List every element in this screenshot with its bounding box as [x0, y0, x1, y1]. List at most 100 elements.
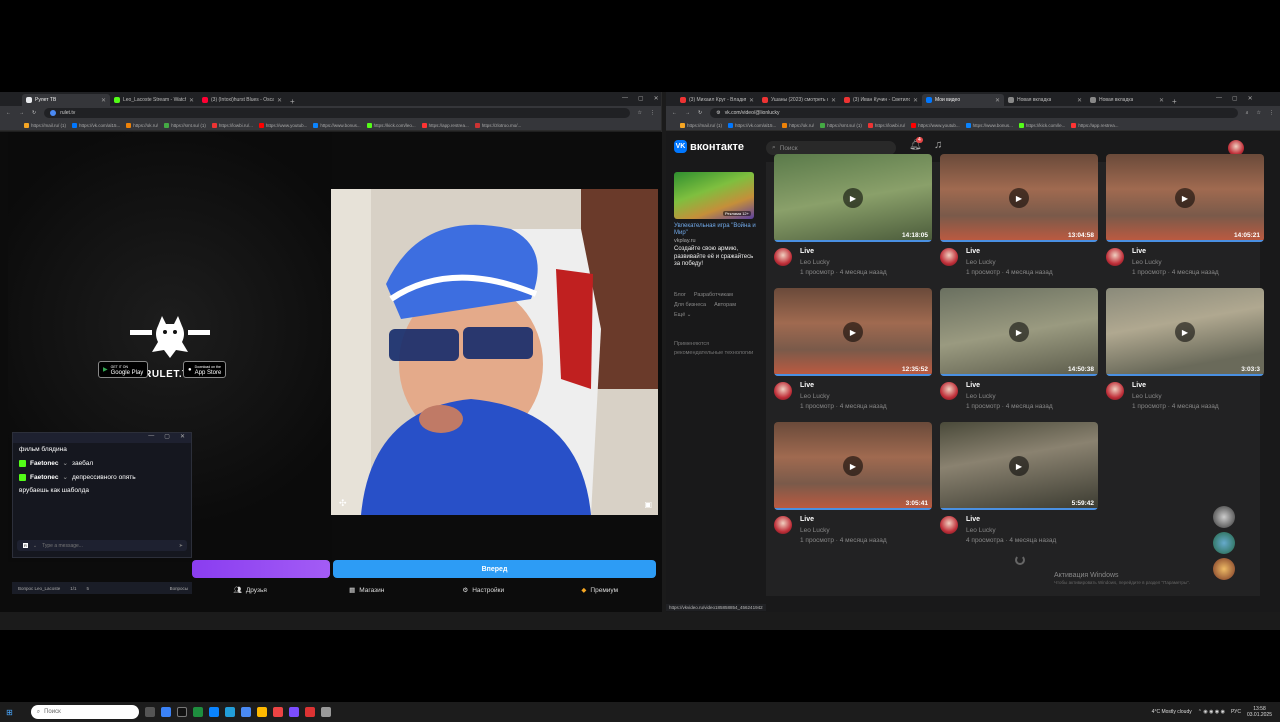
close-tab-icon[interactable]: ✕	[189, 97, 194, 104]
play-icon[interactable]: ▶	[1175, 188, 1195, 208]
chevron-down-icon[interactable]: ⌄	[33, 543, 37, 549]
video-card[interactable]: ▶ 12:35:52 Live Leo Lucky 1 просмотр · 4 мес…	[774, 288, 932, 418]
nav-item-0[interactable]: 👥︎ Друзья	[192, 586, 309, 595]
site-info-icon[interactable]: ⚙	[716, 110, 720, 116]
bookmark-item[interactable]: https://kick.com/leo...	[366, 122, 416, 128]
start-button[interactable]: Вперед	[333, 560, 656, 578]
app-icon[interactable]	[192, 707, 203, 717]
new-tab-icon[interactable]: +	[290, 97, 295, 106]
video-card[interactable]: ▶ 3:05:41 Live Leo Lucky 1 просмотр · 4 меся…	[774, 422, 932, 552]
play-icon[interactable]: ▶	[843, 322, 863, 342]
video-title[interactable]: Live	[800, 516, 814, 523]
video-title[interactable]: Live	[1132, 382, 1146, 389]
avatar-icon[interactable]	[1213, 506, 1235, 528]
bookmark-item[interactable]: https://ok.ru/	[126, 122, 158, 128]
footer-link[interactable]: Авторам	[714, 300, 736, 310]
browser-tab[interactable]: Ушаны (2023) смотреть о... ✕	[758, 94, 840, 106]
video-thumbnail[interactable]: ▶ 3:03:3	[1106, 288, 1264, 376]
chat-toggle-icon[interactable]: ▣	[644, 500, 652, 509]
game-icon[interactable]	[1213, 558, 1235, 580]
play-icon[interactable]: ▶	[1009, 188, 1029, 208]
reload-icon[interactable]: ↻	[698, 110, 702, 116]
video-thumbnail[interactable]: ▶ 5:59:42	[940, 422, 1098, 510]
channel-avatar[interactable]	[774, 516, 792, 534]
chat-username[interactable]: Faetonec	[30, 460, 59, 467]
video-card[interactable]: ▶ 5:59:42 Live Leo Lucky 4 просмотра · 4 мес…	[940, 422, 1098, 552]
input-language[interactable]: РУС	[1231, 709, 1241, 715]
video-card[interactable]: ▶ 14:05:21 Live Leo Lucky 1 просмотр · 4 мес…	[1106, 154, 1264, 284]
play-icon[interactable]: ▶	[843, 188, 863, 208]
browser-tab[interactable]: (3) (Intoxi)hurst Blues - Oscar I...✕	[198, 94, 286, 106]
close-tab-icon[interactable]: ✕	[1077, 97, 1082, 104]
bookmark-item[interactable]: https://zlotroo.mo/...	[474, 122, 521, 128]
video-thumbnail[interactable]: ▶ 14:05:21	[1106, 154, 1264, 242]
purple-option-bar[interactable]	[192, 560, 330, 578]
channel-avatar[interactable]	[774, 382, 792, 400]
vk-search-input[interactable]: ⌕ Поиск	[766, 141, 896, 155]
app-icon[interactable]	[256, 707, 267, 717]
video-thumbnail[interactable]: ▶ 14:18:05	[774, 154, 932, 242]
app-icon[interactable]	[272, 707, 283, 717]
browser-tab[interactable]: (3) Иван Кучин - Светило... ✕	[840, 94, 922, 106]
weather[interactable]: 4°C Mostly cloudy	[1152, 709, 1192, 715]
windows-start-icon[interactable]: ⊞	[6, 708, 13, 717]
site-info-icon[interactable]	[50, 110, 57, 116]
close-tab-icon[interactable]: ✕	[995, 97, 1000, 104]
app-store-button[interactable]: ● Download on the App Store	[183, 361, 227, 378]
nav-item-3[interactable]: ◆ Премиум	[542, 586, 659, 595]
footer-link[interactable]: Для бизнеса	[674, 300, 706, 310]
bookmark-item[interactable]: https://app.restrea...	[421, 122, 469, 128]
video-channel[interactable]: Leo Lucky	[800, 393, 830, 400]
bookmark-item[interactable]: https://mail.ru/ (1)	[24, 122, 66, 128]
right-window-controls[interactable]: — ▢ ✕	[1216, 95, 1253, 102]
send-icon[interactable]: ➤	[179, 543, 183, 549]
bookmark-item[interactable]: https://smt.su/ (1)	[164, 122, 206, 128]
close-tab-icon[interactable]: ✕	[277, 97, 282, 104]
video-channel[interactable]: Leo Lucky	[800, 527, 830, 534]
fullscreen-icon[interactable]: ✣	[339, 498, 347, 509]
video-channel[interactable]: Leo Lucky	[966, 393, 996, 400]
globe-icon[interactable]	[1213, 532, 1235, 554]
menu-icon[interactable]: ⋮	[1269, 110, 1274, 116]
back-icon[interactable]: ←	[6, 110, 11, 116]
ad-image[interactable]: Реклама 12+	[674, 172, 754, 219]
video-channel[interactable]: Leo Lucky	[1132, 393, 1162, 400]
back-icon[interactable]: ←	[672, 110, 677, 116]
channel-avatar[interactable]	[940, 382, 958, 400]
tray-icons[interactable]: ⌃ ◉ ◉ ◉ ◉	[1198, 709, 1225, 715]
app-icon[interactable]	[304, 707, 315, 717]
bookmark-star-icon[interactable]: ☆	[1257, 110, 1261, 116]
video-title[interactable]: Live	[1132, 248, 1146, 255]
vk-ad-block[interactable]: Реклама 12+ Увлекательная игра "Война и …	[674, 172, 759, 269]
vk-logo[interactable]: VK вконтакте	[674, 140, 744, 153]
bookmark-item[interactable]: https://www.bonus...	[313, 122, 361, 128]
bookmark-item[interactable]: https://kick.com/le...	[1018, 122, 1065, 128]
nav-item-2[interactable]: ⚙ Настройки	[425, 586, 542, 595]
forward-icon[interactable]: →	[685, 110, 690, 116]
video-title[interactable]: Live	[800, 382, 814, 389]
app-icon[interactable]	[320, 707, 331, 717]
browser-tab[interactable]: Рулет ТВ ✕	[22, 94, 110, 106]
app-icon[interactable]	[208, 707, 219, 717]
browser-tab[interactable]: (3) Михаил Круг - Владими...✕	[676, 94, 758, 106]
footer-link[interactable]: Блог	[674, 290, 686, 300]
browser-tab[interactable]: Новая вкладка ✕	[1004, 94, 1086, 106]
browser-tab[interactable]: Leo_Lacoste Stream - Watch Li...✕	[110, 94, 198, 106]
play-icon[interactable]: ▶	[1009, 456, 1029, 476]
video-card[interactable]: ▶ 14:18:05 Live Leo Lucky 1 просмотр · 4 мес…	[774, 154, 932, 284]
close-tab-icon[interactable]: ✕	[749, 97, 754, 104]
right-url-field[interactable]: ⚙ vk.com/video/@lionlucky	[710, 108, 1238, 118]
video-channel[interactable]: Leo Lucky	[800, 259, 830, 266]
close-tab-icon[interactable]: ✕	[831, 97, 836, 104]
app-icon[interactable]	[288, 707, 299, 717]
video-thumbnail[interactable]: ▶ 13:04:58	[940, 154, 1098, 242]
bookmark-item[interactable]: https://app.restrea...	[1071, 122, 1118, 128]
close-tab-icon[interactable]: ✕	[913, 97, 918, 104]
left-window-controls[interactable]: — ▢ ✕	[622, 95, 659, 102]
music-icon[interactable]: ♫	[934, 139, 942, 151]
chat-window-controls[interactable]: — ▢ ✕	[13, 433, 191, 443]
channel-avatar[interactable]	[1106, 248, 1124, 266]
video-card[interactable]: ▶ 3:03:3 Live Leo Lucky 1 просмотр · 4 месяц…	[1106, 288, 1264, 418]
video-thumbnail[interactable]: ▶ 14:50:38	[940, 288, 1098, 376]
menu-icon[interactable]: ⋮	[650, 110, 655, 116]
